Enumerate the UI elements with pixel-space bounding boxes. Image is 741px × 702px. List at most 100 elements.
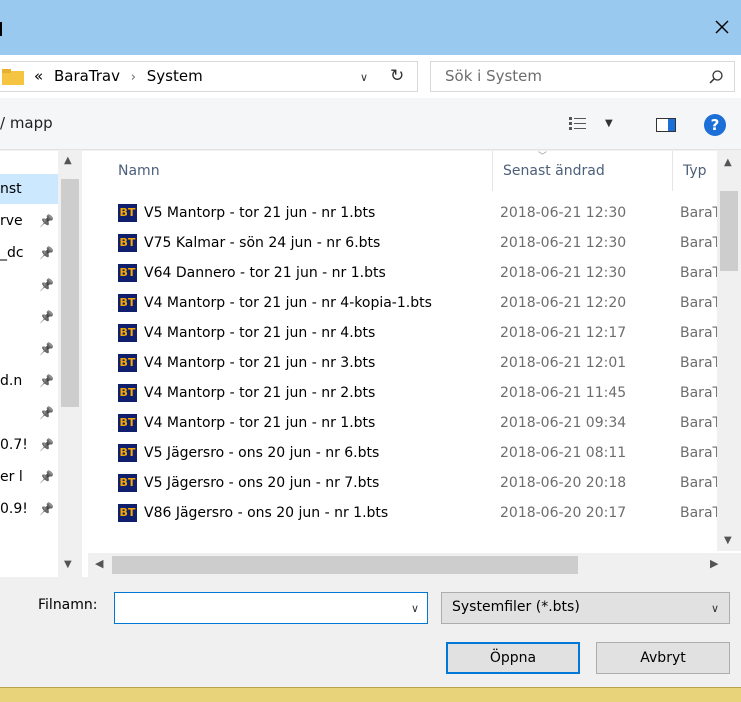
nav-item[interactable]: 📌 xyxy=(0,398,58,428)
pin-icon[interactable]: 📌 xyxy=(39,302,54,332)
pin-icon[interactable]: 📌 xyxy=(39,238,54,268)
toolbar: / mapp ▼ ? xyxy=(0,98,741,150)
file-modified: 2018-06-20 20:17 xyxy=(500,505,627,521)
scroll-right-icon[interactable]: ▶ xyxy=(710,557,718,570)
chevron-down-icon[interactable]: ∨ xyxy=(711,602,719,615)
vscroll-thumb[interactable] xyxy=(720,191,738,271)
file-type-select[interactable]: Systemfiler (*.bts) ∨ xyxy=(441,592,730,624)
breadcrumb-overflow[interactable]: « xyxy=(34,67,43,85)
file-name: V86 Jägersro - ons 20 jun - nr 1.bts xyxy=(144,505,389,521)
table-row[interactable]: BT V4 Mantorp - tor 21 jun - nr 3.bts 2018… xyxy=(88,348,721,378)
table-row[interactable]: BT V4 Mantorp - tor 21 jun - nr 4-kopia-1… xyxy=(88,288,721,318)
nav-item[interactable]: 0.7! 📌 xyxy=(0,430,58,460)
pin-icon[interactable]: 📌 xyxy=(39,494,54,524)
close-icon xyxy=(715,20,729,34)
view-options-icon[interactable] xyxy=(568,116,588,132)
file-name: V64 Dannero - tor 21 jun - nr 1.bts xyxy=(144,265,386,281)
address-bar[interactable]: « BaraTrav › System ∨ ↻ xyxy=(0,61,418,92)
table-row[interactable]: BT V4 Mantorp - tor 21 jun - nr 2.bts 2018… xyxy=(88,378,721,408)
navigation-pane[interactable]: nst rve 📌 _dc 📌 📌 📌 📌 d.n 📌 📌 0.7! 📌 er l 📌 0.9! 📌 ▲ ▼ xyxy=(0,151,88,577)
file-type: BaraT xyxy=(680,265,722,281)
filename-input[interactable] xyxy=(121,599,401,615)
pin-icon[interactable]: 📌 xyxy=(39,398,54,428)
file-name: V4 Mantorp - tor 21 jun - nr 4.bts xyxy=(144,325,376,341)
filename-combobox[interactable]: ∨ xyxy=(114,592,428,624)
table-row[interactable]: BT V5 Jägersro - ons 20 jun - nr 6.bts 201… xyxy=(88,438,722,468)
nav-item[interactable]: er l 📌 xyxy=(0,462,58,492)
table-row[interactable]: BT V75 Kalmar - sön 24 jun - nr 6.bts 2018… xyxy=(88,228,721,258)
file-name: V4 Mantorp - tor 21 jun - nr 3.bts xyxy=(144,355,376,371)
open-button[interactable]: Öppna xyxy=(446,642,580,674)
baratrav-file-icon: BT xyxy=(118,414,137,432)
file-modified: 2018-06-21 09:34 xyxy=(500,415,627,431)
chevron-right-icon[interactable]: › xyxy=(131,70,136,85)
pin-icon[interactable]: 📌 xyxy=(39,430,54,460)
file-list: Namn Senast ändrad ﹀ Typ BT V5 Mantorp - … xyxy=(88,151,741,577)
table-row[interactable]: BT V5 Jägersro - ons 20 jun - nr 7.bts 201… xyxy=(88,468,722,498)
breadcrumb-baratrav[interactable]: BaraTrav xyxy=(54,67,120,85)
table-row[interactable]: BT V4 Mantorp - tor 21 jun - nr 4.bts 2018… xyxy=(88,318,722,348)
file-modified: 2018-06-21 12:20 xyxy=(500,295,627,311)
file-list-hscrollbar[interactable]: ◀ ▶ xyxy=(88,553,741,577)
cancel-button[interactable]: Avbryt xyxy=(596,642,730,674)
search-icon[interactable] xyxy=(708,69,724,85)
pin-icon[interactable]: 📌 xyxy=(39,206,54,236)
table-row[interactable]: BT V64 Dannero - tor 21 jun - nr 1.bts 201… xyxy=(88,258,722,288)
hscroll-thumb[interactable] xyxy=(112,556,578,574)
column-header-name[interactable]: Namn xyxy=(108,151,493,191)
file-name: V5 Mantorp - tor 21 jun - nr 1.bts xyxy=(144,205,376,221)
nav-item[interactable]: d.n 📌 xyxy=(0,366,58,396)
scroll-left-icon[interactable]: ◀ xyxy=(95,557,103,570)
close-button[interactable] xyxy=(711,16,733,38)
file-type: BaraT xyxy=(680,445,722,461)
table-row[interactable]: BT V4 Mantorp - tor 21 jun - nr 1.bts 2018… xyxy=(88,408,722,438)
view-dropdown-icon[interactable]: ▼ xyxy=(605,118,613,129)
search-input[interactable] xyxy=(445,67,685,85)
baratrav-file-icon: BT xyxy=(118,504,137,522)
file-type: BaraT xyxy=(680,325,722,341)
nav-item[interactable]: 📌 xyxy=(0,270,58,300)
file-name: V5 Jägersro - ons 20 jun - nr 6.bts xyxy=(144,445,380,461)
scroll-down-icon[interactable]: ▼ xyxy=(64,559,72,570)
column-header-modified[interactable]: Senast ändrad xyxy=(493,151,673,191)
table-row[interactable]: BT V86 Jägersro - ons 20 jun - nr 1.bts 20… xyxy=(88,498,721,528)
nav-item[interactable]: rve 📌 xyxy=(0,206,58,236)
file-type: BaraT xyxy=(680,475,722,491)
file-list-vscrollbar[interactable]: ▲ ▼ xyxy=(717,151,741,551)
breadcrumb-system[interactable]: System xyxy=(147,67,203,85)
search-box[interactable] xyxy=(430,61,735,92)
nav-item[interactable]: _dc 📌 xyxy=(0,238,58,268)
sort-indicator-icon: ﹀ xyxy=(538,152,548,162)
nav-item[interactable]: 📌 xyxy=(0,334,58,364)
chevron-down-icon[interactable]: ∨ xyxy=(360,71,368,84)
refresh-icon[interactable]: ↻ xyxy=(390,66,404,86)
column-header-row: Namn Senast ändrad ﹀ Typ xyxy=(88,151,741,191)
file-modified: 2018-06-21 12:17 xyxy=(500,325,627,341)
chevron-down-icon[interactable]: ∨ xyxy=(411,602,419,615)
nav-item[interactable]: 0.9! 📌 xyxy=(0,494,58,524)
nav-item-label: _dc xyxy=(0,245,24,261)
nav-item[interactable]: 📌 xyxy=(0,302,58,332)
file-modified: 2018-06-20 20:18 xyxy=(500,475,627,491)
scroll-up-icon[interactable]: ▲ xyxy=(64,155,72,166)
preview-pane-icon[interactable] xyxy=(656,118,676,132)
pin-icon[interactable]: 📌 xyxy=(39,462,54,492)
file-modified: 2018-06-21 12:30 xyxy=(500,235,627,251)
nav-scroll-thumb[interactable] xyxy=(61,179,79,407)
baratrav-file-icon: BT xyxy=(118,294,137,312)
pin-icon[interactable]: 📌 xyxy=(39,334,54,364)
scroll-up-icon[interactable]: ▲ xyxy=(724,157,732,168)
nav-scrollbar[interactable]: ▲ ▼ xyxy=(58,151,82,577)
help-icon[interactable]: ? xyxy=(704,114,726,136)
scroll-down-icon[interactable]: ▼ xyxy=(724,535,732,546)
file-type-value: Systemfiler (*.bts) xyxy=(452,599,580,615)
table-row[interactable]: BT V5 Mantorp - tor 21 jun - nr 1.bts 2018… xyxy=(88,198,722,228)
file-type: BaraT xyxy=(680,415,722,431)
file-modified: 2018-06-21 11:45 xyxy=(500,385,627,401)
baratrav-file-icon: BT xyxy=(118,354,137,372)
new-folder-button[interactable]: / mapp xyxy=(0,114,53,132)
nav-item[interactable]: nst xyxy=(0,174,58,204)
pin-icon[interactable]: 📌 xyxy=(39,366,54,396)
pin-icon[interactable]: 📌 xyxy=(39,270,54,300)
file-type: BaraT xyxy=(680,205,722,221)
